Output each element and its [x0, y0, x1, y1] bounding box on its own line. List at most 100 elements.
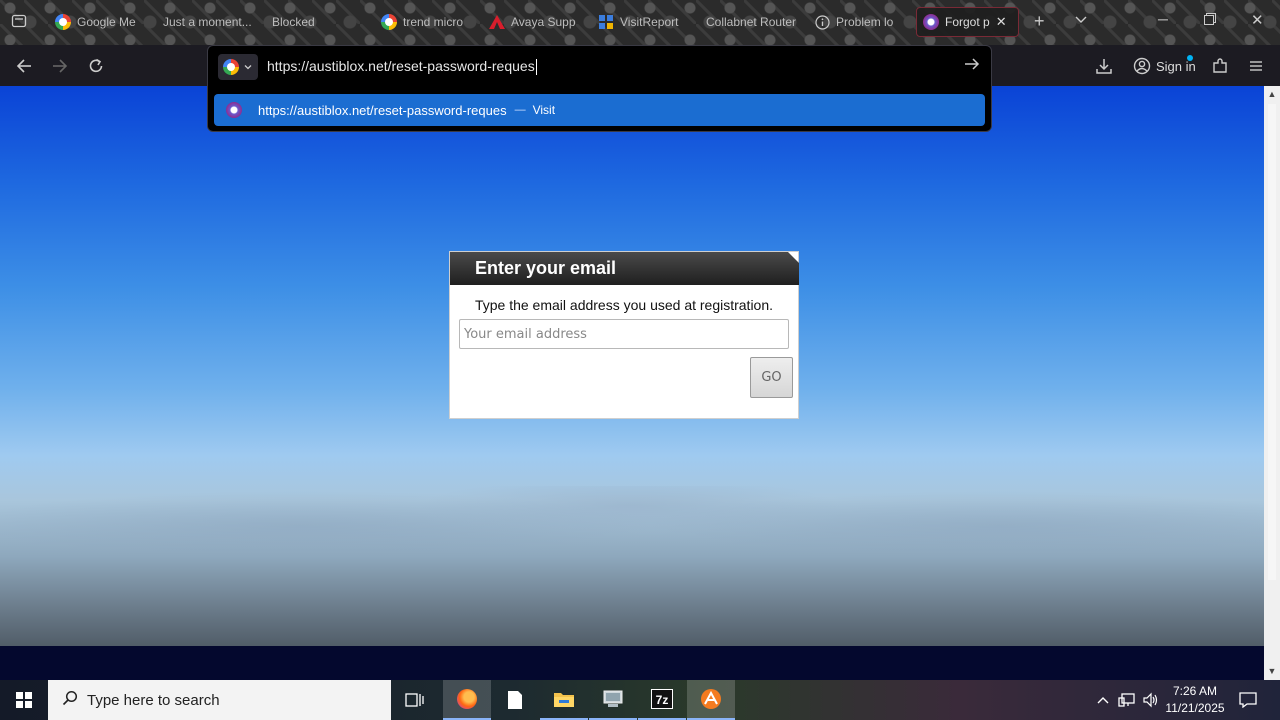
- 7zip-icon: 7z: [651, 689, 673, 709]
- folder-icon: [554, 693, 574, 707]
- minimize-icon[interactable]: ─: [1158, 11, 1168, 27]
- show-hidden-icons-button[interactable]: [1094, 680, 1112, 720]
- search-placeholder: Type here to search: [87, 691, 220, 709]
- tab-avaya-support[interactable]: Avaya Supp: [483, 7, 583, 37]
- app-icon: [598, 14, 614, 30]
- windows-logo-icon: [16, 692, 32, 708]
- document-icon: [508, 691, 522, 709]
- suggestion-separator: —: [514, 104, 526, 116]
- forward-arrow-icon: [53, 59, 68, 73]
- svg-text:7z: 7z: [656, 693, 669, 707]
- downloads-button[interactable]: [1091, 53, 1117, 79]
- restore-icon[interactable]: [1204, 12, 1216, 28]
- speaker-icon: [1143, 692, 1158, 708]
- text-caret: [535, 59, 537, 76]
- chevron-down-icon: [244, 64, 252, 69]
- scroll-down-icon[interactable]: ▼: [1267, 666, 1277, 676]
- page-footer-bar: [0, 646, 1264, 680]
- notification-icon: [1239, 692, 1257, 708]
- suggestion-url: https://austiblox.net/reset-password-req…: [258, 102, 507, 118]
- chevron-down-icon[interactable]: [1074, 12, 1088, 29]
- tab-google-me[interactable]: Google Me: [49, 7, 149, 37]
- suggestion-action: Visit: [532, 103, 556, 117]
- taskbar-notepad[interactable]: [491, 680, 539, 720]
- extensions-button[interactable]: [1207, 53, 1233, 79]
- tab-label: Avaya Supp: [511, 15, 576, 29]
- info-icon: [814, 14, 830, 30]
- download-icon: [1096, 59, 1112, 74]
- network-icon: [1118, 693, 1135, 707]
- google-icon: [55, 14, 71, 30]
- reload-button[interactable]: [83, 53, 109, 79]
- tab-label: Problem lo: [836, 15, 894, 29]
- scroll-thumb[interactable]: [1268, 104, 1276, 580]
- google-icon: [223, 58, 239, 75]
- task-view-icon: [405, 693, 424, 707]
- taskbar-app[interactable]: [687, 680, 735, 720]
- forward-button[interactable]: [47, 53, 73, 79]
- tab-visitreport[interactable]: VisitReport: [592, 7, 692, 37]
- url-input-value: https://austiblox.net/reset-password-req…: [267, 57, 535, 74]
- url-suggestion-item[interactable]: https://austiblox.net/reset-password-req…: [214, 94, 985, 126]
- tab-label: Blocked: [272, 15, 315, 29]
- reload-icon: [89, 58, 103, 73]
- network-button[interactable]: [1117, 680, 1137, 720]
- card-title: Enter your email: [450, 252, 799, 285]
- go-arrow-icon[interactable]: [963, 55, 981, 78]
- background-mountains: [0, 486, 1264, 646]
- close-window-icon[interactable]: ✕: [1251, 11, 1264, 29]
- card-description: Type the email address you used at regis…: [474, 297, 774, 313]
- email-field[interactable]: [459, 319, 789, 349]
- url-bar[interactable]: https://austiblox.net/reset-password-req…: [208, 46, 991, 87]
- taskbar-remote-desktop[interactable]: [589, 680, 637, 720]
- account-icon: [1133, 57, 1151, 75]
- tab-label: Forgot p: [945, 15, 990, 29]
- notifications-button[interactable]: [1236, 680, 1260, 720]
- tab-strip: Google Me Just a moment... Blocked trend…: [0, 0, 1280, 45]
- url-bar-popup: https://austiblox.net/reset-password-req…: [207, 45, 992, 132]
- search-icon: [62, 690, 80, 711]
- app-logo-icon: [701, 689, 721, 709]
- menu-button[interactable]: [1243, 53, 1269, 79]
- clock-time: 7:26 AM: [1172, 684, 1218, 698]
- computer-icon: [603, 690, 623, 707]
- puzzle-icon: [1213, 58, 1227, 73]
- new-tab-icon[interactable]: +: [1034, 11, 1045, 32]
- tab-label: VisitReport: [620, 15, 679, 29]
- volume-button[interactable]: [1141, 680, 1161, 720]
- tab-groups-icon[interactable]: [11, 13, 27, 32]
- page-scrollbar[interactable]: ▲ ▼: [1264, 86, 1280, 680]
- tab-problem-log[interactable]: Problem lo: [808, 7, 908, 37]
- back-arrow-icon: [16, 59, 31, 73]
- tab-trend-micro[interactable]: trend micro: [375, 7, 475, 37]
- taskbar-7zip[interactable]: 7z: [638, 680, 686, 720]
- back-button[interactable]: [11, 53, 37, 79]
- tab-blocked[interactable]: Blocked: [266, 7, 366, 37]
- taskbar-search[interactable]: Type here to search: [48, 680, 391, 720]
- search-engine-button[interactable]: [218, 53, 258, 80]
- task-view-button[interactable]: [391, 680, 439, 720]
- close-tab-icon[interactable]: ✕: [996, 14, 1007, 30]
- firefox-icon: [457, 689, 477, 709]
- site-icon: [226, 102, 242, 118]
- clock-date: 11/21/2025: [1165, 701, 1225, 715]
- taskbar-file-explorer[interactable]: [540, 680, 588, 720]
- url-input[interactable]: https://austiblox.net/reset-password-req…: [267, 57, 537, 76]
- tab-just-a-moment[interactable]: Just a moment...: [157, 7, 253, 37]
- tab-label: Google Me: [77, 15, 136, 29]
- tab-forgot-password[interactable]: Forgot p ✕: [916, 7, 1019, 37]
- notification-dot: [1187, 55, 1193, 61]
- google-icon: [381, 14, 397, 30]
- go-button[interactable]: GO: [750, 357, 793, 398]
- chevron-up-icon: [1097, 697, 1109, 704]
- taskbar-firefox[interactable]: [443, 680, 491, 720]
- windows-taskbar: Type here to search 7z 7:26 AM 11/21/202…: [0, 680, 1280, 720]
- tab-label: trend micro: [403, 15, 464, 29]
- sign-in-button[interactable]: Sign in: [1133, 54, 1196, 78]
- tab-label: Collabnet Router: [706, 15, 797, 29]
- email-reset-card: Enter your email Type the email address …: [449, 251, 799, 419]
- tab-collabnet-router[interactable]: Collabnet Router: [700, 7, 800, 37]
- start-button[interactable]: [0, 680, 48, 720]
- taskbar-clock[interactable]: 7:26 AM 11/21/2025: [1160, 683, 1230, 717]
- scroll-up-icon[interactable]: ▲: [1267, 89, 1277, 99]
